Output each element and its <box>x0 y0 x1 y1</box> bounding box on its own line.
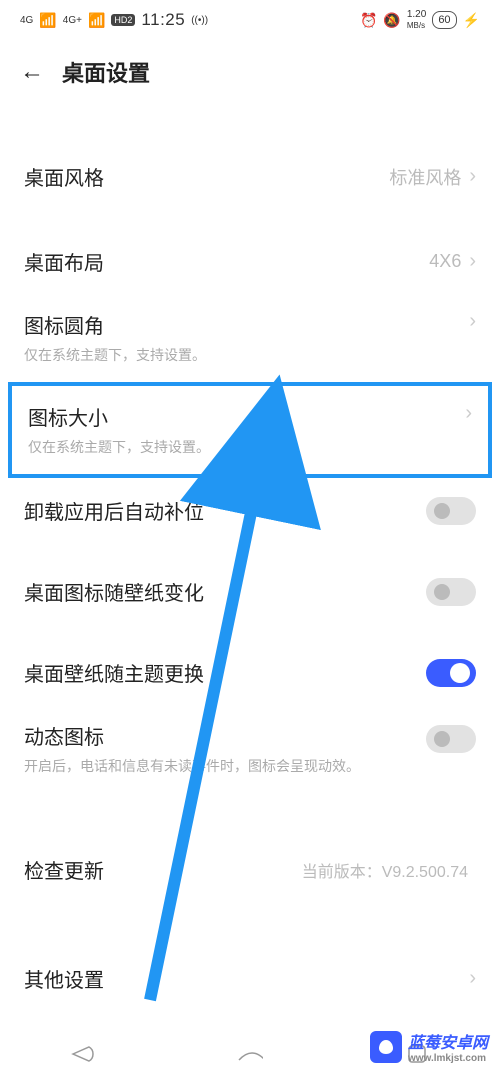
chevron-right-icon: › <box>465 402 472 425</box>
status-left: 4G 📶 4G+ 📶 HD2 11:25 ((•)) <box>20 10 208 30</box>
chevron-right-icon: › <box>469 250 476 273</box>
net-speed: 1.20MB/s <box>407 9 426 31</box>
row-desktop-layout[interactable]: 桌面布局 4X6 › <box>0 229 500 294</box>
battery-indicator: 60 <box>432 11 456 29</box>
switch-wallpaper-theme[interactable] <box>426 659 476 687</box>
row-wallpaper-theme[interactable]: 桌面壁纸随主题更换 <box>0 640 500 705</box>
row-title: 检查更新 <box>24 855 302 884</box>
status-right: ⏰ 🔕 1.20MB/s 60 ⚡ <box>360 9 480 31</box>
chevron-right-icon: › <box>469 310 476 333</box>
alarm-icon: ⏰ <box>360 12 377 29</box>
row-desc: 开启后，电话和信息有未读事件时，图标会呈现动效。 <box>24 756 426 777</box>
row-title: 图标大小 <box>28 402 465 431</box>
row-title: 图标圆角 <box>24 310 469 339</box>
row-desktop-style[interactable]: 桌面风格 标准风格 › <box>0 144 500 209</box>
status-time: 11:25 <box>141 10 185 30</box>
row-value: 4X6 <box>429 251 461 272</box>
signal-bars-1-icon: 📶 <box>39 12 56 29</box>
page-title: 桌面设置 <box>62 56 150 88</box>
switch-dynamic-icon[interactable] <box>426 725 476 753</box>
row-title: 动态图标 <box>24 721 426 750</box>
silent-icon: 🔕 <box>383 12 400 29</box>
row-value: 当前版本：V9.2.500.74 <box>302 858 468 882</box>
network-4g-icon: 4G <box>20 15 33 26</box>
watermark-logo-icon <box>370 1031 402 1063</box>
row-icon-corner[interactable]: 图标圆角 仅在系统主题下，支持设置。 › <box>0 294 500 382</box>
switch-autofill[interactable] <box>426 497 476 525</box>
chevron-right-icon: › <box>469 165 476 188</box>
row-icon-size[interactable]: 图标大小 仅在系统主题下，支持设置。 › <box>8 382 492 478</box>
chevron-right-icon: › <box>469 967 476 990</box>
row-check-update[interactable]: 检查更新 当前版本：V9.2.500.74 <box>0 837 500 902</box>
status-bar: 4G 📶 4G+ 📶 HD2 11:25 ((•)) ⏰ 🔕 1.20MB/s … <box>0 0 500 40</box>
watermark: 蓝莓安卓网 www.lmkjst.com <box>370 1029 488 1064</box>
row-title: 桌面壁纸随主题更换 <box>24 658 426 687</box>
row-title: 其他设置 <box>24 964 469 993</box>
page-header: ← 桌面设置 <box>0 40 500 104</box>
settings-list: 桌面风格 标准风格 › 桌面布局 4X6 › 图标圆角 仅在系统主题下，支持设置… <box>0 104 500 1011</box>
row-desc: 仅在系统主题下，支持设置。 <box>28 437 465 458</box>
watermark-url: www.lmkjst.com <box>408 1053 488 1064</box>
network-4gplus-icon: 4G+ <box>63 15 82 26</box>
row-dynamic-icon[interactable]: 动态图标 开启后，电话和信息有未读事件时，图标会呈现动效。 <box>0 705 500 793</box>
back-button[interactable]: ← <box>20 58 44 86</box>
hd-badge: HD2 <box>111 14 135 26</box>
switch-icon-wallpaper[interactable] <box>426 578 476 606</box>
row-autofill[interactable]: 卸载应用后自动补位 <box>0 478 500 543</box>
signal-bars-2-icon: 📶 <box>88 12 105 29</box>
charging-icon: ⚡ <box>463 12 480 29</box>
row-desc: 仅在系统主题下，支持设置。 <box>24 345 469 366</box>
nav-back-button[interactable] <box>70 1041 96 1067</box>
nfc-icon: ((•)) <box>191 15 208 26</box>
row-value: 标准风格 <box>389 164 461 190</box>
row-title: 桌面布局 <box>24 247 429 276</box>
row-icon-wallpaper[interactable]: 桌面图标随壁纸变化 <box>0 559 500 624</box>
row-title: 桌面风格 <box>24 162 389 191</box>
row-title: 桌面图标随壁纸变化 <box>24 577 426 606</box>
row-title: 卸载应用后自动补位 <box>24 496 426 525</box>
watermark-text: 蓝莓安卓网 <box>408 1029 488 1053</box>
nav-home-button[interactable] <box>237 1041 263 1067</box>
row-other-settings[interactable]: 其他设置 › <box>0 946 500 1011</box>
